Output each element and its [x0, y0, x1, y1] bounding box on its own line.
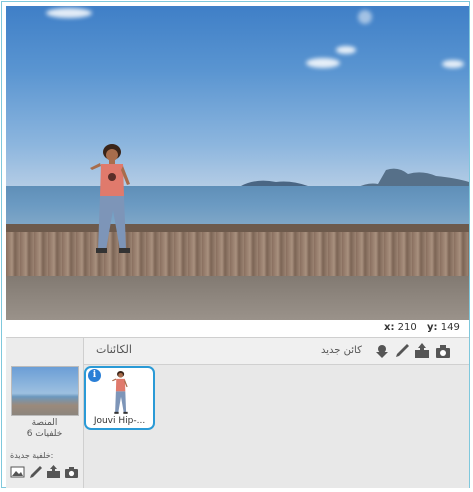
- x-coordinate: x: 210: [384, 322, 417, 333]
- stage-sprite-dancer[interactable]: [90, 144, 136, 256]
- camera-icon[interactable]: [435, 343, 451, 359]
- stage-name: المنصة: [31, 418, 58, 428]
- upload-icon[interactable]: [46, 465, 61, 479]
- stage-canvas[interactable]: [6, 6, 469, 320]
- new-backdrop-label: خلفية جديدة:: [10, 451, 54, 460]
- mouse-coordinates: x: 210 y: 149: [6, 320, 469, 336]
- x-value: 210: [397, 322, 417, 333]
- camera-icon[interactable]: [64, 465, 79, 479]
- landscape-icon[interactable]: [10, 465, 25, 479]
- backdrop-count: خلفيات 6: [26, 429, 63, 439]
- sprite-thumbnail-image: [111, 371, 128, 414]
- sprite-thumbnail[interactable]: i Jouvi Hip-...: [84, 366, 155, 430]
- stage-column: المنصة خلفيات 6 خلفية جديدة:: [6, 338, 84, 488]
- y-value: 149: [440, 322, 460, 333]
- cloud: [46, 8, 92, 18]
- cloud: [358, 10, 372, 24]
- cloud: [306, 58, 340, 68]
- y-coordinate: y: 149: [427, 322, 460, 333]
- info-icon[interactable]: i: [88, 369, 101, 382]
- sprite-pane: المنصة خلفيات 6 خلفية جديدة: الكائنات كا…: [6, 337, 469, 488]
- stage-ground: [6, 276, 469, 320]
- new-sprite-label: كائن جديد: [321, 345, 362, 356]
- y-label: y:: [427, 322, 438, 333]
- sprites-title: الكائنات: [96, 343, 132, 356]
- sprite-name: Jouvi Hip-...: [93, 416, 146, 426]
- paint-brush-icon[interactable]: [394, 343, 410, 359]
- editor-frame: x: 210 y: 149 المنصة خلفيات 6 خلفية جديد…: [1, 1, 470, 488]
- boardwalk-edge: [6, 224, 469, 232]
- sprites-header: الكائنات كائن جديد: [84, 338, 469, 365]
- choose-sprite-icon[interactable]: [374, 343, 390, 359]
- cloud: [442, 60, 464, 68]
- stage-thumbnail[interactable]: [11, 366, 79, 416]
- upload-icon[interactable]: [414, 343, 430, 359]
- stage-boardwalk: [6, 224, 469, 284]
- x-label: x:: [384, 322, 395, 333]
- cloud: [336, 46, 356, 54]
- paint-brush-icon[interactable]: [28, 465, 43, 479]
